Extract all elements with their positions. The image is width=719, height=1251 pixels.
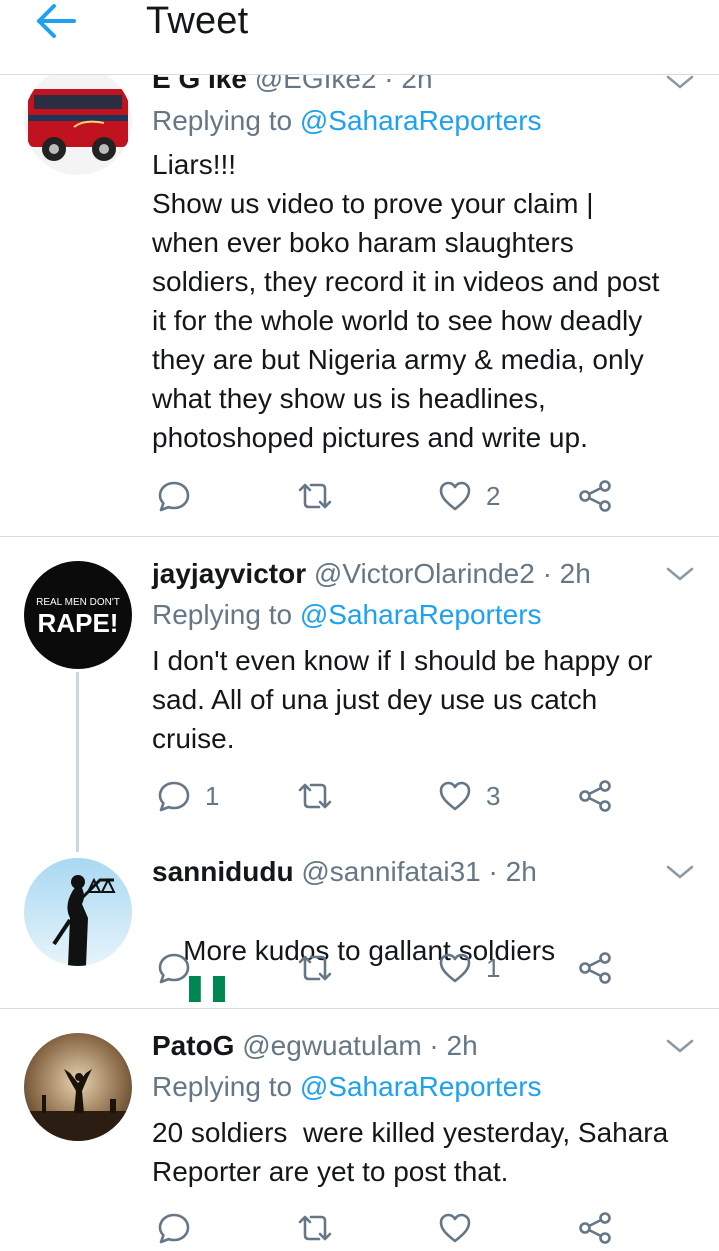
retweet-icon [298,955,332,981]
reply-icon [158,1213,190,1244]
retweet-icon [298,1215,332,1241]
share-icon [579,480,611,512]
back-arrow-icon [37,4,76,38]
avatar-caption: REAL MEN DON'T [36,597,120,608]
like-count: 2 [486,480,501,511]
mention-link[interactable]: @SaharaReporters [300,105,542,136]
like-action[interactable]: 2 [438,478,500,514]
back-button[interactable] [30,2,82,42]
chevron-down-icon[interactable] [665,1036,695,1056]
divider [0,1008,719,1009]
retweet-icon [298,483,332,509]
retweet-action[interactable] [297,778,347,814]
replying-to: Replying to @SaharaReporters [152,598,542,632]
divider [0,536,719,537]
page-title: Tweet [146,0,249,42]
display-name[interactable]: sannidudu [152,856,294,887]
like-action[interactable] [438,1210,486,1246]
share-action[interactable] [578,478,612,514]
share-action[interactable] [578,1210,612,1246]
thread-connector [76,672,79,852]
display-name[interactable]: PatoG [152,1030,234,1061]
tweet-text: Liars!!! Show us video to prove your cla… [152,149,660,453]
tweet-text: I don't even know if I should be happy o… [152,645,653,754]
mention-link[interactable]: @SaharaReporters [300,1071,542,1102]
share-icon [579,780,611,812]
retweet-action[interactable] [297,950,347,986]
like-action[interactable]: 1 [438,950,500,986]
avatar[interactable] [24,858,132,966]
share-action[interactable] [578,950,612,986]
tweet-text: 20 soldiers were killed yesterday, Sahar… [152,1117,669,1187]
handle-time: @sannifatai31 · 2h [301,856,537,887]
heart-icon [439,953,471,983]
replying-to-label: Replying to [152,1071,293,1102]
mention-link[interactable]: @SaharaReporters [300,599,542,630]
avatar-caption-main: RAPE! [38,608,119,638]
display-name[interactable]: jayjayvictor [152,558,306,589]
retweet-icon [298,783,332,809]
replying-to-label: Replying to [152,599,293,630]
reply-icon [158,481,190,512]
retweet-action[interactable] [297,478,347,514]
reply-icon [158,781,190,812]
handle-time: @VictorOlarinde2 · 2h [313,558,591,589]
avatar[interactable] [24,1033,132,1141]
tweet-header: PatoG @egwuatulam · 2h [152,1029,478,1063]
chevron-down-icon[interactable] [665,72,695,92]
reply-count: 1 [205,780,220,811]
reply-action[interactable] [157,1210,205,1246]
reply-icon [158,953,190,984]
handle-time: @egwuatulam · 2h [242,1030,478,1061]
tweet-header: sannidudu @sannifatai31 · 2h [152,855,537,889]
tweet-text: More kudos to gallant soldiers [152,892,702,1048]
heart-icon [439,1213,471,1243]
reply-action[interactable]: 1 [157,778,219,814]
share-icon [579,952,611,984]
replying-to: Replying to @SaharaReporters [152,104,542,138]
tweet-header: jayjayvictor @VictorOlarinde2 · 2h [152,557,591,591]
share-action[interactable] [578,778,612,814]
like-action[interactable]: 3 [438,778,500,814]
share-icon [579,1212,611,1244]
replying-to-label: Replying to [152,105,293,136]
like-count: 3 [486,780,501,811]
chevron-down-icon[interactable] [665,862,695,882]
heart-icon [439,781,471,811]
reply-action[interactable] [157,478,205,514]
top-bar: Tweet [0,0,719,75]
heart-icon [439,481,471,511]
avatar[interactable]: REAL MEN DON'T RAPE! [24,561,132,669]
reply-action[interactable] [157,950,205,986]
like-count: 1 [486,952,501,983]
avatar[interactable] [24,67,132,175]
chevron-down-icon[interactable] [665,564,695,584]
replying-to: Replying to @SaharaReporters [152,1070,542,1104]
retweet-action[interactable] [297,1210,347,1246]
